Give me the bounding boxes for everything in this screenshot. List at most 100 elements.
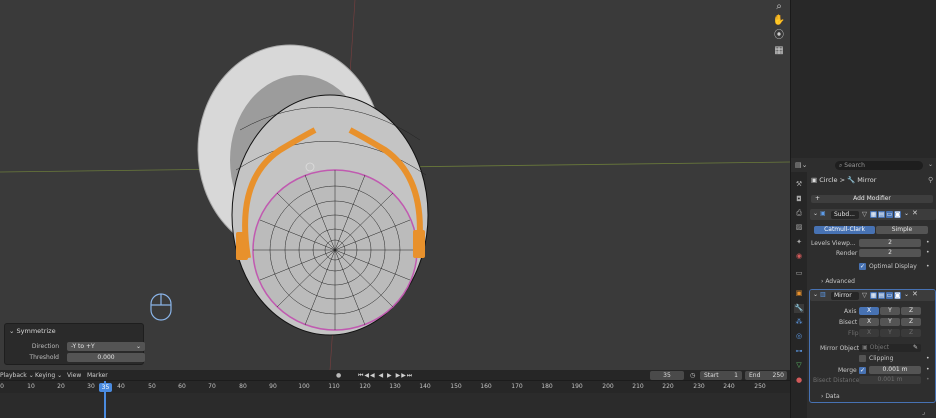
flip-z-toggle[interactable]: Z bbox=[901, 329, 921, 337]
modifier-tab-icon[interactable]: 🔧 bbox=[794, 304, 804, 313]
symmetrize-title[interactable]: ⌄ Symmetrize bbox=[9, 327, 56, 335]
collapse-icon[interactable]: ⌄ bbox=[813, 291, 818, 298]
edit-mode-icon[interactable]: ▽ bbox=[862, 291, 867, 299]
axis-z-toggle[interactable]: Z bbox=[901, 307, 921, 315]
merge-checkbox[interactable]: ✓ bbox=[859, 367, 866, 374]
flip-y-toggle[interactable]: Y bbox=[880, 329, 900, 337]
collapse-icon[interactable]: ⌄ bbox=[813, 210, 818, 217]
close-icon[interactable]: ✕ bbox=[912, 290, 918, 298]
scene-render[interactable] bbox=[0, 0, 790, 370]
start-frame-field[interactable]: Start 1 bbox=[700, 371, 742, 380]
world-tab-icon[interactable]: ◉ bbox=[794, 252, 804, 261]
view-layer-tab-icon[interactable]: ▨ bbox=[794, 223, 804, 232]
close-icon[interactable]: ✕ bbox=[912, 209, 918, 217]
physics-tab-icon[interactable]: ◎ bbox=[794, 332, 804, 341]
marker-menu[interactable]: Marker bbox=[87, 372, 108, 379]
edit-mode-icon[interactable]: ▽ bbox=[862, 210, 867, 218]
axis-x-toggle[interactable]: X bbox=[859, 307, 879, 315]
breadcrumb-modifier[interactable]: Mirror bbox=[857, 176, 876, 184]
keyframe-dot[interactable]: • bbox=[926, 376, 930, 383]
subdivision-name-field[interactable]: Subd... bbox=[831, 210, 859, 219]
bisect-x-toggle[interactable]: X bbox=[859, 318, 879, 326]
levels-viewport-field[interactable]: 2 bbox=[859, 239, 921, 247]
keyframe-dot[interactable]: • bbox=[926, 249, 930, 256]
outliner-area[interactable] bbox=[790, 0, 936, 158]
data-tab-icon[interactable]: ▽ bbox=[794, 361, 804, 370]
cage-toggle-icon[interactable]: ▦ bbox=[870, 292, 877, 299]
catmull-clark-button[interactable]: Catmull-Clark bbox=[814, 226, 875, 234]
render-toggle-icon[interactable]: ◙ bbox=[894, 211, 901, 218]
zoom-icon[interactable]: ⌕ bbox=[772, 0, 786, 13]
clipping-label[interactable]: Clipping bbox=[869, 355, 893, 362]
advanced-panel[interactable]: › Advanced bbox=[821, 278, 855, 285]
playhead-label[interactable]: 35 bbox=[99, 383, 112, 392]
flip-x-toggle[interactable]: X bbox=[859, 329, 879, 337]
breadcrumb-object[interactable]: Circle bbox=[819, 176, 837, 184]
tool-tab-icon[interactable]: ⚒ bbox=[794, 180, 804, 189]
clipping-checkbox[interactable] bbox=[859, 355, 866, 362]
bisect-z-toggle[interactable]: Z bbox=[901, 318, 921, 326]
mirror-object-field[interactable]: ▣ Object ✎ bbox=[859, 344, 921, 352]
mirror-modifier-header[interactable]: ⌄ ▥ Mirror ▽ ▦ ▤ ▭ ◙ ⌄ ✕ bbox=[810, 290, 935, 301]
collection-tab-icon[interactable]: ▭ bbox=[794, 269, 804, 278]
material-tab-icon[interactable]: ● bbox=[794, 376, 804, 385]
editor-type-icon[interactable]: ▤⌄ bbox=[795, 161, 807, 169]
tick-label: 80 bbox=[239, 383, 247, 390]
optimal-display-checkbox[interactable]: ✓ bbox=[859, 263, 866, 270]
playback-menu[interactable]: Playback ⌄ bbox=[0, 372, 34, 379]
end-frame-field[interactable]: End 250 bbox=[745, 371, 787, 380]
tick-label: 240 bbox=[723, 383, 735, 390]
render-toggle-icon[interactable]: ◙ bbox=[894, 292, 901, 299]
render-levels-field[interactable]: 2 bbox=[859, 249, 921, 257]
timeline-tracks[interactable] bbox=[0, 393, 790, 418]
editmode-toggle-icon[interactable]: ▤ bbox=[878, 211, 885, 218]
grid-icon[interactable]: ▦ bbox=[772, 44, 786, 57]
simple-button[interactable]: Simple bbox=[876, 226, 928, 234]
viewport-toggle-icon[interactable]: ▭ bbox=[886, 292, 893, 299]
merge-distance-field[interactable]: 0.001 m bbox=[869, 366, 921, 374]
dropdown-icon[interactable]: ⌄ bbox=[904, 210, 909, 217]
output-tab-icon[interactable]: ⎙ bbox=[794, 209, 804, 218]
clock-icon[interactable]: ◷ bbox=[690, 372, 695, 379]
keying-menu[interactable]: Keying ⌄ bbox=[35, 372, 62, 379]
record-icon[interactable]: ● bbox=[336, 372, 341, 379]
direction-dropdown[interactable]: -Y to +Y ⌄ bbox=[67, 342, 145, 351]
viewport-toggle-icon[interactable]: ▭ bbox=[886, 211, 893, 218]
current-frame-field[interactable]: 35 bbox=[650, 371, 684, 380]
threshold-label: Threshold bbox=[29, 354, 59, 361]
3d-viewport[interactable]: ⌕ ✋ ⦿ ▦ ⌄ Symmetrize Direction -Y to +Y ⌄… bbox=[0, 0, 790, 370]
subdivision-modifier-header[interactable]: ⌄ ▣ Subd... ▽ ▦ ▤ ▭ ◙ ⌄ ✕ bbox=[810, 209, 936, 220]
resize-corner-icon[interactable]: ⌟ bbox=[922, 408, 925, 416]
keyframe-dot[interactable]: • bbox=[926, 366, 930, 373]
camera-icon[interactable]: ⦿ bbox=[772, 29, 786, 42]
timeline-ruler[interactable]: 0 10 20 30 40 50 60 70 80 90 100 110 120… bbox=[0, 381, 790, 393]
editmode-toggle-icon[interactable]: ▤ bbox=[878, 292, 885, 299]
threshold-field[interactable]: 0.000 bbox=[67, 353, 145, 362]
bisect-distance-field[interactable]: 0.001 m bbox=[859, 376, 921, 384]
bisect-y-toggle[interactable]: Y bbox=[880, 318, 900, 326]
keyframe-dot[interactable]: • bbox=[926, 239, 930, 246]
axis-y-toggle[interactable]: Y bbox=[880, 307, 900, 315]
eyedropper-icon[interactable]: ✎ bbox=[913, 344, 918, 352]
add-modifier-button[interactable]: + Add Modifier bbox=[811, 195, 933, 203]
keyframe-dot[interactable]: • bbox=[926, 263, 930, 270]
particles-tab-icon[interactable]: ⁂ bbox=[794, 318, 804, 327]
view-menu[interactable]: View bbox=[67, 372, 81, 379]
mirror-name-field[interactable]: Mirror bbox=[831, 291, 859, 300]
render-tab-icon[interactable]: ◘ bbox=[794, 195, 804, 204]
optimal-display-label[interactable]: Optimal Display bbox=[869, 263, 917, 270]
object-tab-icon[interactable]: ▣ bbox=[794, 289, 804, 298]
properties-panel: ▤⌄ ⌕ Search ⌄ ⚒ ◘ ⎙ ▨ ✦ ◉ ▭ ▣ 🔧 ⁂ ◎ ⊶ ▽ … bbox=[790, 158, 936, 418]
hand-icon[interactable]: ✋ bbox=[772, 14, 786, 27]
pin-icon[interactable]: ⚲ bbox=[928, 176, 933, 184]
data-panel[interactable]: › Data bbox=[821, 393, 840, 400]
dropdown-icon[interactable]: ⌄ bbox=[904, 291, 909, 298]
playback-controls[interactable]: ⏮◀◀ ◀ ▶ ▶▶⏭ bbox=[358, 372, 413, 380]
cage-toggle-icon[interactable]: ▦ bbox=[870, 211, 877, 218]
keyframe-dot[interactable]: • bbox=[926, 355, 930, 362]
constraints-tab-icon[interactable]: ⊶ bbox=[794, 347, 804, 356]
tick-label: 100 bbox=[298, 383, 310, 390]
chevron-down-icon[interactable]: ⌄ bbox=[928, 161, 933, 168]
scene-tab-icon[interactable]: ✦ bbox=[794, 238, 804, 247]
search-input[interactable]: ⌕ Search bbox=[835, 161, 923, 170]
